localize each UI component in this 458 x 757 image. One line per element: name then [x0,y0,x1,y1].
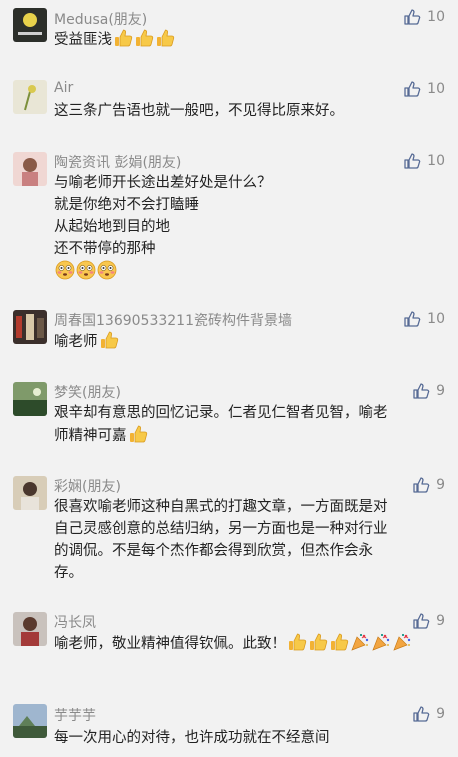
comment-author[interactable]: 芋芋芋 [54,705,96,725]
thumbs-up-icon [404,81,421,97]
thumbs-up-icon [308,632,328,659]
comment-author[interactable]: Air [54,80,73,96]
comment-author[interactable]: 梦笑(朋友) [54,382,121,402]
like-button[interactable]: 9 [412,705,445,723]
thumbs-up-icon [134,28,154,55]
emoji-row [127,425,148,444]
flushed-icon [55,260,75,287]
thumbs-up-icon [99,330,119,357]
comment-line: 存。 [54,565,83,581]
comment-text: 喻老师 [54,330,444,357]
avatar[interactable] [13,382,47,416]
comment-line: 就是你绝对不会打瞌睡 [54,197,199,213]
comment-line: 受益匪浅 [54,32,112,48]
comment-author[interactable]: 冯长凤 [54,612,96,632]
like-count: 9 [436,706,445,722]
like-count: 9 [436,477,445,493]
comment-text: 与喻老师开长途出差好处是什么？ 就是你绝对不会打瞌睡 从起始地到目的地 还不带停… [54,172,444,287]
comment-line: 与喻老师开长途出差好处是什么？ [54,175,272,191]
thumbs-up-icon [155,28,175,55]
comment-text: 受益匪浅 [54,28,444,55]
avatar[interactable] [13,152,47,186]
comment-line: 从起始地到目的地 [54,219,170,235]
thumbs-up-icon [413,477,430,493]
avatar[interactable] [13,8,47,42]
thumbs-up-icon [413,706,430,722]
comment-line: 喻老师，敬业精神值得钦佩。此致！ [54,636,286,652]
avatar[interactable] [13,310,47,344]
comment-line: 的调侃。不是每个杰作都会得到欣赏，但杰作会永 [54,543,373,559]
emoji-row [286,633,412,652]
like-count: 10 [427,153,445,169]
emoji-row [54,260,444,287]
comment-text: 艰辛却有意思的回忆记录。仁者见仁智者见智，喻老 师精神可嘉 [54,402,444,451]
comment-author[interactable]: Medusa(朋友) [54,9,147,29]
party-icon [392,632,412,659]
flushed-icon [97,260,117,287]
comment-line: 很喜欢喻老师这种自黑式的打趣文章，一方面既是对 [54,499,388,515]
like-button[interactable]: 9 [412,382,445,400]
thumbs-up-icon [404,9,421,25]
like-button[interactable]: 10 [403,8,445,26]
thumbs-up-icon [113,28,133,55]
emoji-row [98,331,119,350]
like-count: 10 [427,81,445,97]
comment-line: 每一次用心的对待，也许成功就在不经意间 [54,730,330,746]
thumbs-up-icon [128,424,148,451]
emoji-row [112,29,175,48]
comment-line: 师精神可嘉 [54,428,127,444]
comment-text: 喻老师，敬业精神值得钦佩。此致！ [54,632,444,659]
like-count: 9 [436,383,445,399]
like-button[interactable]: 10 [403,80,445,98]
like-count: 10 [427,9,445,25]
flushed-icon [76,260,96,287]
comment-author[interactable]: 陶瓷资讯 彭娟(朋友) [54,152,181,172]
avatar[interactable] [13,80,47,114]
comment-line: 还不带停的那种 [54,241,156,257]
comment-author[interactable]: 彩娴(朋友) [54,476,121,496]
like-count: 9 [436,613,445,629]
comment-text: 每一次用心的对待，也许成功就在不经意间 [54,727,444,749]
avatar[interactable] [13,704,47,738]
thumbs-up-icon [413,613,430,629]
party-icon [350,632,370,659]
thumbs-up-icon [287,632,307,659]
comment-line: 这三条广告语也就一般吧，不见得比原来好。 [54,103,344,119]
like-count: 10 [427,311,445,327]
thumbs-up-icon [413,383,430,399]
like-button[interactable]: 9 [412,476,445,494]
thumbs-up-icon [404,311,421,327]
comment-text: 很喜欢喻老师这种自黑式的打趣文章，一方面既是对 自己灵感创意的总结归纳，另一方面… [54,496,444,584]
thumbs-up-icon [329,632,349,659]
like-button[interactable]: 9 [412,612,445,630]
comment-text: 这三条广告语也就一般吧，不见得比原来好。 [54,100,444,122]
comment-line: 自己灵感创意的总结归纳，另一方面也是一种对行业 [54,521,388,537]
comment-line: 艰辛却有意思的回忆记录。仁者见仁智者见智，喻老 [54,405,388,421]
thumbs-up-icon [404,153,421,169]
like-button[interactable]: 10 [403,152,445,170]
party-icon [371,632,391,659]
avatar[interactable] [13,612,47,646]
comment-line: 喻老师 [54,334,98,350]
like-button[interactable]: 10 [403,310,445,328]
comment-author[interactable]: 周春国13690533211瓷砖构件背景墙 [54,310,292,330]
avatar[interactable] [13,476,47,510]
